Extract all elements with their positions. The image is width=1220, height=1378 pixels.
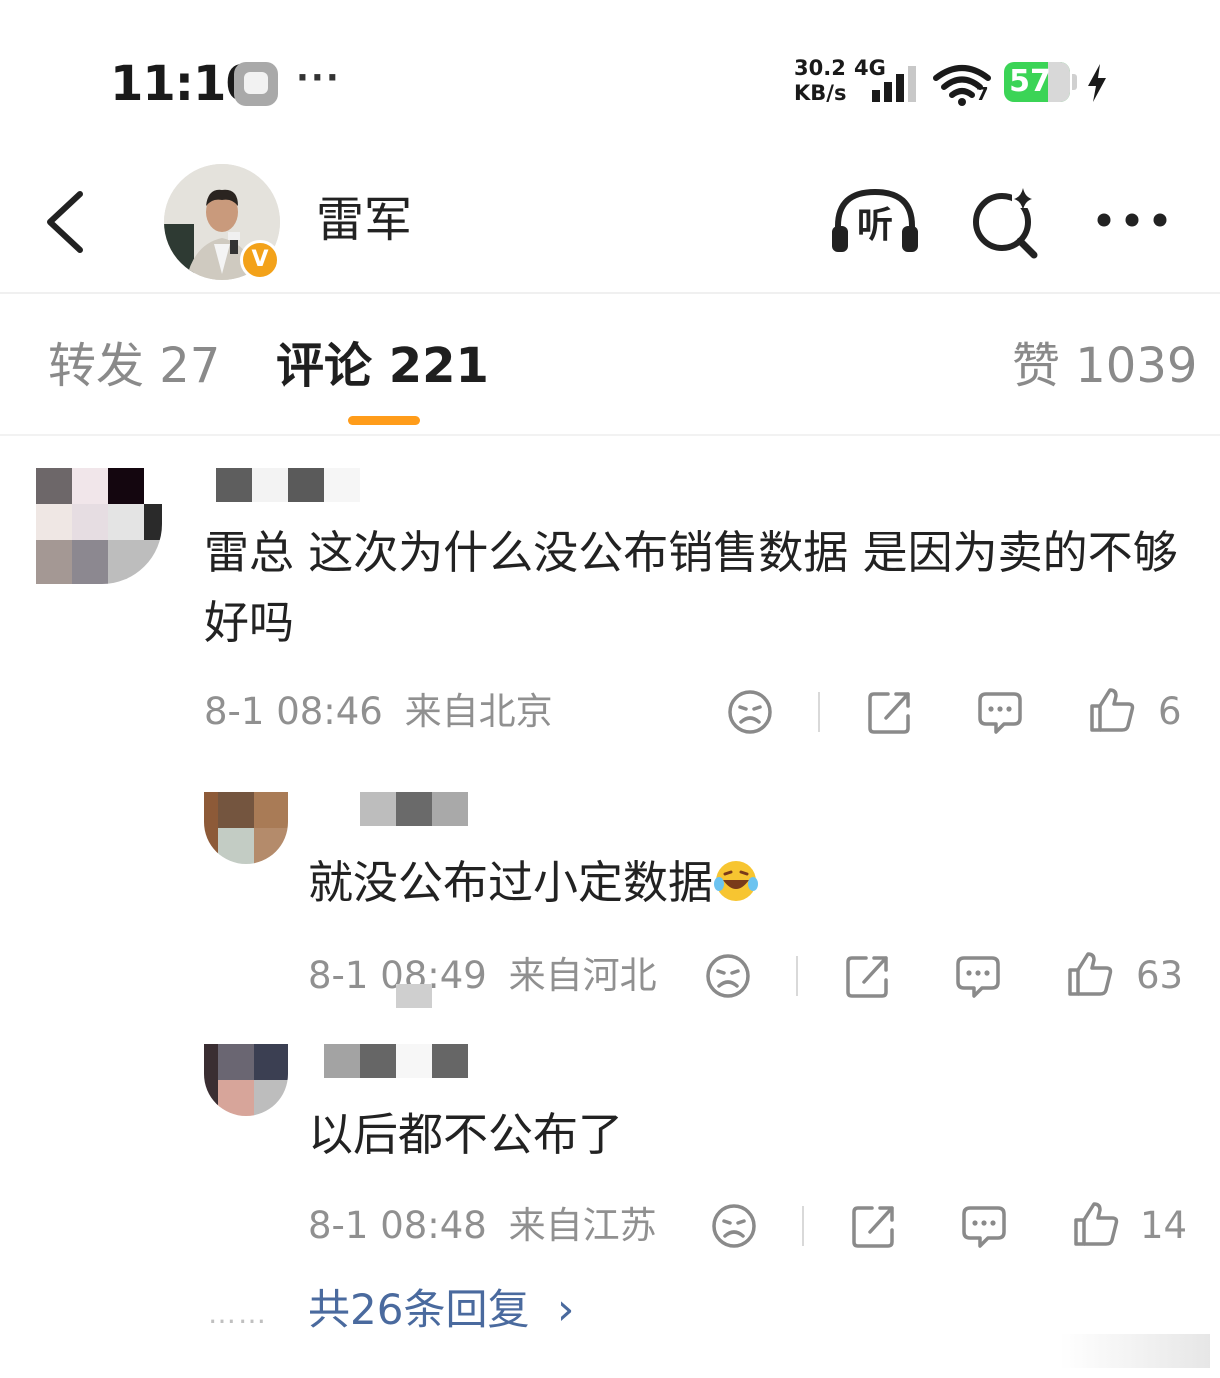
thumbs-up-icon[interactable]	[1066, 950, 1114, 998]
app-notification-icon	[234, 62, 278, 106]
comment-meta: 8-1 08:46 来自北京	[204, 690, 553, 734]
more-horizontal-icon[interactable]	[1094, 208, 1170, 232]
reply-avatar[interactable]	[204, 1044, 288, 1116]
laughing-crying-emoji-icon	[714, 861, 759, 901]
back-chevron-icon[interactable]	[40, 190, 90, 254]
like-count: 6	[1158, 690, 1182, 733]
wifi-sub-label: 7	[976, 84, 989, 105]
reply-text: 就没公布过小定数据	[308, 848, 1168, 918]
action-separator	[818, 692, 820, 732]
listen-label: 听	[856, 205, 893, 246]
tab-reposts[interactable]: 转发 27	[48, 336, 220, 396]
charging-icon	[1088, 64, 1106, 102]
reply-name-blurred[interactable]	[360, 792, 468, 826]
tabs-divider	[0, 434, 1220, 436]
tab-likes[interactable]: 赞 1039	[1012, 336, 1197, 396]
dislike-face-icon[interactable]	[704, 952, 752, 1000]
comment-text: 雷总 这次为什么没公布销售数据 是因为卖的不够好吗	[204, 526, 1178, 649]
share-icon[interactable]	[844, 952, 892, 1000]
view-all-replies-link[interactable]: 共26条回复 ›	[308, 1284, 574, 1336]
comment-time: 8-1 08:46	[204, 690, 383, 733]
dislike-face-icon[interactable]	[710, 1202, 758, 1250]
action-separator	[796, 956, 798, 996]
comment-location: 来自北京	[404, 690, 553, 733]
reply-location: 来自江苏	[508, 1204, 657, 1247]
thumbs-up-icon[interactable]	[1072, 1200, 1120, 1248]
reply-comment-icon[interactable]	[954, 952, 1002, 1000]
like-count: 63	[1136, 954, 1184, 997]
tab-comments[interactable]: 评论 221	[276, 336, 489, 396]
battery-cap	[1072, 74, 1077, 90]
network-speed: 30.2 KB/s	[794, 56, 847, 105]
thumbs-up-icon[interactable]	[1088, 686, 1136, 734]
reply-time: 8-1 08:48	[308, 1204, 487, 1247]
action-separator	[802, 1206, 804, 1246]
reply-comment-icon[interactable]	[960, 1202, 1008, 1250]
listen-button[interactable]: 听	[830, 186, 920, 256]
search-sparkle-icon[interactable]	[968, 186, 1042, 260]
battery-icon: 57	[1004, 62, 1070, 102]
dislike-face-icon[interactable]	[726, 688, 774, 736]
mosaic-block	[396, 984, 432, 1008]
reply-name-blurred[interactable]	[324, 1044, 468, 1078]
reply-text: 以后都不公布了	[308, 1108, 624, 1161]
commenter-avatar[interactable]	[36, 468, 162, 584]
chevron-right-icon: ›	[556, 1284, 575, 1335]
reply-avatar[interactable]	[204, 792, 288, 864]
active-tab-indicator	[348, 416, 420, 425]
replies-dots: ……	[208, 1297, 268, 1330]
replies-count-label: 共26条回复	[308, 1285, 530, 1334]
status-more-notifications: ···	[296, 58, 341, 98]
reply-text-content: 就没公布过小定数据	[308, 856, 714, 909]
reply-meta: 8-1 08:49 来自河北	[308, 954, 657, 998]
share-icon[interactable]	[866, 688, 914, 736]
reply-meta: 8-1 08:48 来自江苏	[308, 1204, 657, 1248]
like-count: 14	[1140, 1204, 1188, 1247]
author-name[interactable]: 雷军	[316, 190, 412, 250]
battery-level: 57	[1009, 64, 1051, 99]
commenter-name-blurred[interactable]	[216, 468, 360, 502]
signal-icon	[872, 66, 916, 102]
verified-badge: V	[240, 240, 280, 280]
header-divider	[0, 292, 1220, 294]
watermark	[1060, 1334, 1210, 1368]
share-icon[interactable]	[850, 1202, 898, 1250]
reply-location: 来自河北	[508, 954, 657, 997]
reply-comment-icon[interactable]	[976, 688, 1024, 736]
